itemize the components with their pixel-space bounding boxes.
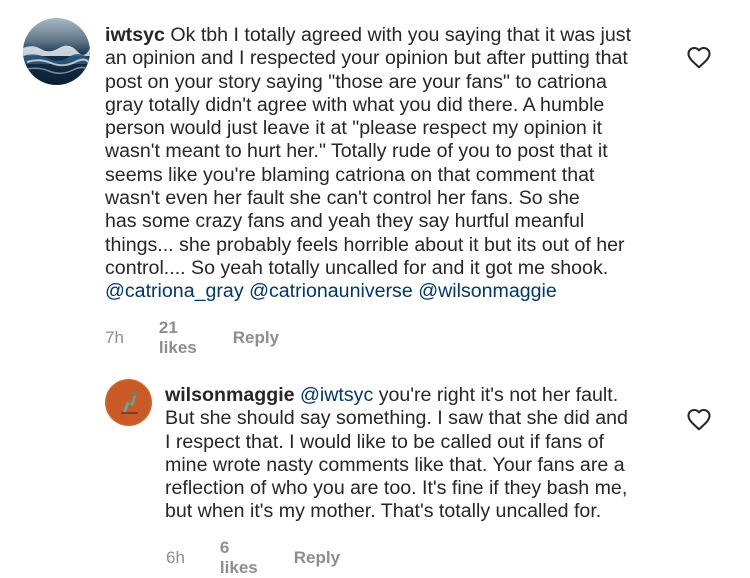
avatar-iwtsyc[interactable] xyxy=(23,18,90,85)
comment-line: an opinion and I respected your opinion … xyxy=(105,47,628,70)
comment-line: mine wrote nasty comments like that. You… xyxy=(165,453,625,476)
comment-line: But she should say something. I saw that… xyxy=(165,407,628,430)
comment-line: gray totally didn't agree with what you … xyxy=(105,93,605,116)
heart-outline-icon[interactable] xyxy=(686,407,712,431)
avatar-wilsonmaggie[interactable] xyxy=(105,379,152,426)
comment-line: Ok tbh I totally agreed with you saying … xyxy=(170,24,632,46)
mention-iwtsyc[interactable]: @iwtsyc xyxy=(300,384,373,406)
comment-line: seems like you're blaming catriona on th… xyxy=(105,163,595,186)
comment-line: post on your story saying "those are you… xyxy=(105,70,607,93)
timestamp: 7h xyxy=(105,328,124,347)
mention-catriona-gray[interactable]: @catriona_gray xyxy=(105,280,244,302)
comment-body-iwtsyc: iwtsyc Ok tbh I totally agreed with you … xyxy=(105,24,665,304)
comment-line: person would just leave it at "please re… xyxy=(105,117,603,140)
comment-line: wasn't even her fault she can't control … xyxy=(105,187,580,210)
timestamp: 6h xyxy=(166,548,185,567)
comment-body-wilsonmaggie: wilsonmaggie @iwtsyc you're right it's n… xyxy=(165,384,655,524)
comment-line: wasn't meant to hurt her." Totally rude … xyxy=(105,140,608,163)
comment-line: you're right it's not her fault. xyxy=(378,384,619,406)
mention-wilsonmaggie[interactable]: @wilsonmaggie xyxy=(418,280,557,302)
reply-button[interactable]: Reply xyxy=(294,548,340,568)
like-count[interactable]: 21 likes xyxy=(159,318,197,358)
comment-line: I respect that. I would like to be calle… xyxy=(165,430,604,453)
comment-line: has some crazy fans and yeah they say hu… xyxy=(105,210,585,233)
username-wilsonmaggie[interactable]: wilsonmaggie xyxy=(165,384,295,406)
comment-line: things... she probably feels horrible ab… xyxy=(105,233,625,256)
heart-outline-icon[interactable] xyxy=(686,45,712,69)
orange-profile-avatar-icon xyxy=(105,379,152,426)
mention-catrionauniverse[interactable]: @catrionauniverse xyxy=(249,280,413,302)
comment-meta-iwtsyc: 7h 21 likes Reply xyxy=(105,318,279,358)
username-iwtsyc[interactable]: iwtsyc xyxy=(105,24,165,46)
comment-line: reflection of who you are too. It's fine… xyxy=(165,477,628,500)
reply-button[interactable]: Reply xyxy=(233,328,279,348)
comment-line: control.... So yeah totally uncalled for… xyxy=(105,256,609,279)
comment-line: but when it's my mother. That's totally … xyxy=(165,500,602,523)
like-count[interactable]: 6 likes xyxy=(220,538,258,578)
comment-meta-wilsonmaggie: 6h 6 likes Reply xyxy=(166,538,340,578)
ocean-wave-avatar-icon xyxy=(23,18,90,85)
